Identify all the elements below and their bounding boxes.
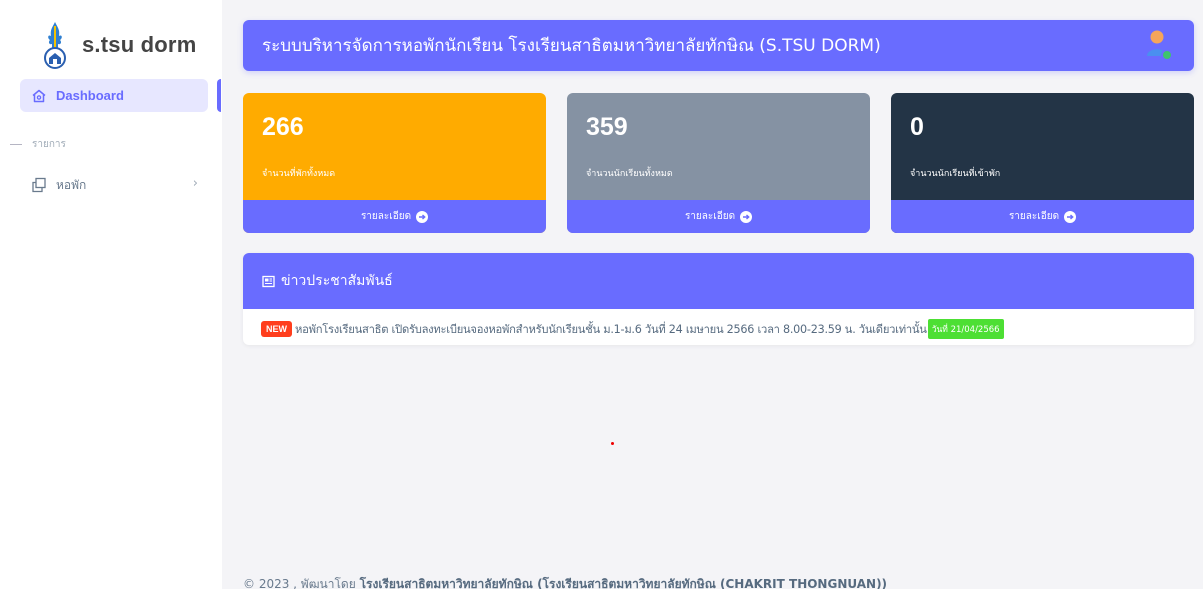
- cursor-dot: [611, 442, 614, 445]
- news-title: ข่าวประชาสัมพันธ์: [281, 273, 393, 289]
- sidebar-item-label: หอพัก: [56, 177, 87, 192]
- page-footer: © 2023 , พัฒนาโดย โรงเรียนสาธิตมหาวิทยาล…: [243, 575, 887, 589]
- stat-label: จำนวนที่พักทั้งหมด: [262, 169, 336, 179]
- stat-card-residents: 0 จำนวนนักเรียนที่เข้าพัก รายละเอียด: [891, 93, 1194, 233]
- stat-card-rooms: 266 จำนวนที่พักทั้งหมด รายละเอียด: [243, 93, 546, 233]
- date-badge: วันที่ 21/04/2566: [927, 319, 1004, 339]
- footer-prefix: © 2023 , พัฒนาโดย: [243, 577, 356, 589]
- news-item[interactable]: NEW หอพักโรงเรียนสาธิต เปิดรับลงทะเบียนจ…: [261, 319, 1004, 339]
- details-button[interactable]: รายละเอียด: [243, 200, 546, 233]
- arrow-right-circle-icon: [416, 210, 429, 223]
- stat-value: 266: [262, 113, 304, 141]
- newspaper-icon: [262, 275, 275, 288]
- arrow-right-circle-icon: [740, 210, 753, 223]
- details-label: รายละเอียด: [360, 211, 412, 222]
- details-button[interactable]: รายละเอียด: [567, 200, 870, 233]
- sidebar-item-label: Dashboard: [56, 88, 124, 103]
- news-text: หอพักโรงเรียนสาธิต เปิดรับลงทะเบียนจองหอ…: [295, 323, 927, 336]
- sidebar-item-dorm[interactable]: หอพัก ›: [20, 172, 208, 198]
- arrow-right-circle-icon: [1064, 210, 1077, 223]
- news-panel: ข่าวประชาสัมพันธ์ NEW หอพักโรงเรียนสาธิต…: [243, 253, 1194, 345]
- details-label: รายละเอียด: [1008, 211, 1060, 222]
- stat-value: 0: [910, 113, 924, 141]
- sidebar: s.tsu dorm Dashboard รายการ หอพัก ›: [0, 0, 222, 589]
- chevron-right-icon: ›: [192, 176, 198, 191]
- sidebar-section-header: รายการ: [10, 137, 66, 152]
- school-logo-icon: [44, 22, 66, 69]
- stat-label: จำนวนนักเรียนที่เข้าพัก: [910, 169, 1001, 179]
- footer-org-link[interactable]: โรงเรียนสาธิตมหาวิทยาลัยทักษิณ (โรงเรียน…: [360, 577, 887, 589]
- copy-icon: [31, 177, 47, 193]
- stat-value: 359: [586, 113, 628, 141]
- section-label: รายการ: [32, 139, 66, 150]
- brand-name: s.tsu dorm: [82, 32, 197, 57]
- stat-label: จำนวนนักเรียนทั้งหมด: [586, 169, 673, 179]
- details-button[interactable]: รายละเอียด: [891, 200, 1194, 233]
- page-header: ระบบบริหารจัดการหอพักนักเรียน โรงเรียนสา…: [243, 20, 1194, 71]
- details-label: รายละเอียด: [684, 211, 736, 222]
- stat-card-students: 359 จำนวนนักเรียนทั้งหมด รายละเอียด: [567, 93, 870, 233]
- news-header: ข่าวประชาสัมพันธ์: [243, 253, 1194, 309]
- brand[interactable]: s.tsu dorm: [38, 20, 196, 70]
- new-badge: NEW: [261, 321, 292, 337]
- home-icon: [31, 88, 47, 104]
- sidebar-item-dashboard[interactable]: Dashboard: [20, 79, 208, 112]
- active-indicator: [217, 79, 221, 112]
- section-divider: [10, 144, 22, 145]
- page-title: ระบบบริหารจัดการหอพักนักเรียน โรงเรียนสา…: [262, 36, 881, 56]
- user-avatar-icon[interactable]: [1144, 29, 1174, 62]
